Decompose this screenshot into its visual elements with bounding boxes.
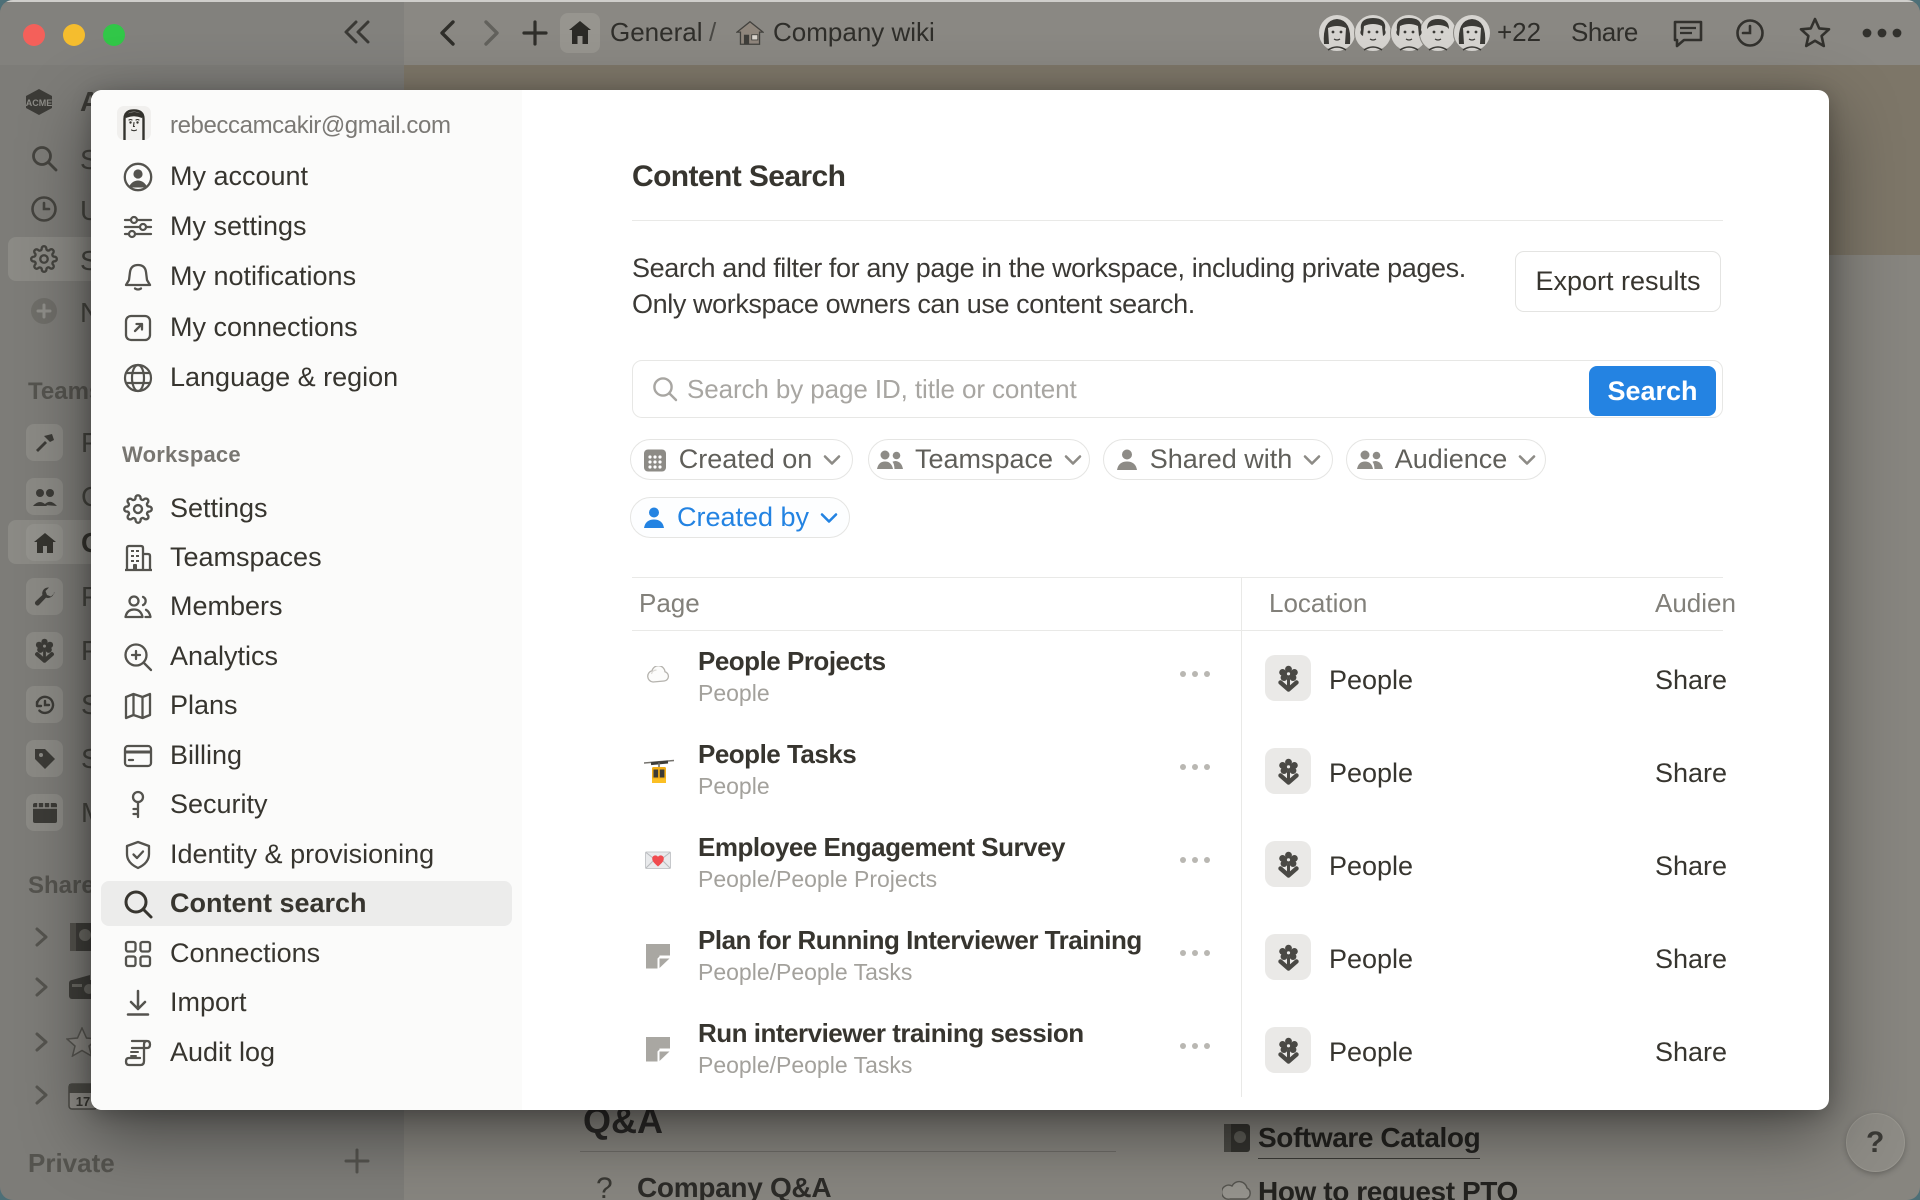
svg-text:ACME: ACME — [26, 98, 53, 108]
svg-text:17: 17 — [76, 1094, 90, 1109]
